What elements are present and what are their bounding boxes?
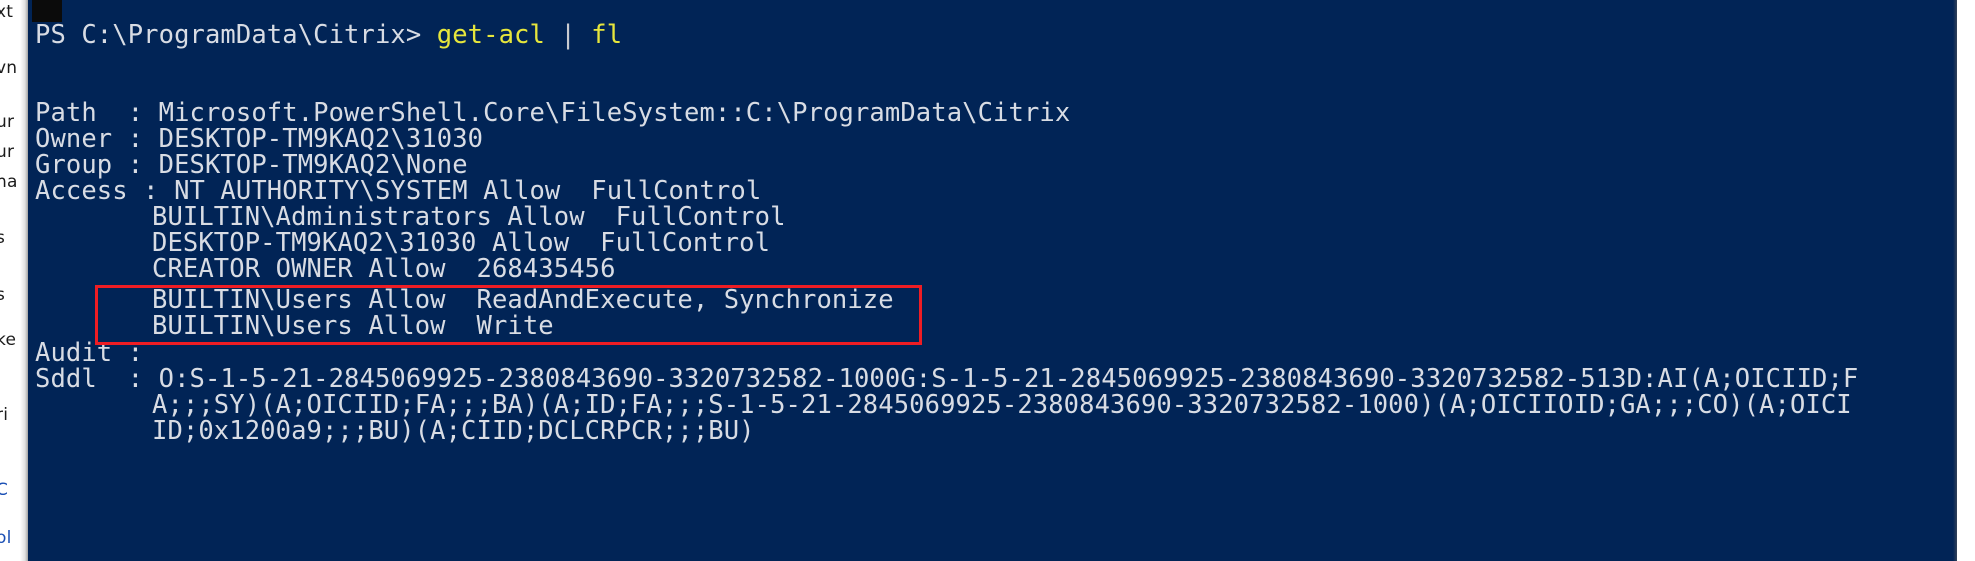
prompt-line: PS C:\ProgramData\Citrix> get-acl | fl: [35, 22, 622, 48]
field-key-sddl: Sddl: [35, 364, 97, 394]
access-ace-2: BUILTIN\Administrators Allow FullControl: [152, 202, 786, 232]
window-chrome-notch: [32, 0, 62, 22]
output-line-access: Access : NT AUTHORITY\SYSTEM Allow FullC…: [35, 178, 761, 204]
output-line-group: Group : DESKTOP-TM9KAQ2\None: [35, 152, 468, 178]
field-value-sddl-part-3: ID;0x1200a9;;;BU)(A;CIID;DCLCRPCR;;;BU): [152, 416, 755, 446]
output-line-sddl: Sddl : O:S-1-5-21-2845069925-2380843690-…: [35, 366, 1858, 392]
command-fl: fl: [591, 20, 623, 50]
field-separator: :: [96, 364, 159, 394]
desktop-backdrop: xt vn ur ur na s s ke ri C ol PS C:\Prog…: [0, 0, 1975, 561]
field-value-sddl-part-2: A;;;SY)(A;OICIID;FA;;;BA)(A;ID;FA;;;S-1-…: [152, 390, 1852, 420]
right-gutter: [1957, 0, 1975, 561]
output-line-audit: Audit :: [35, 340, 143, 366]
access-ace-5-builtin-users-read: BUILTIN\Users Allow ReadAndExecute, Sync…: [152, 285, 894, 315]
powershell-console-window[interactable]: PS C:\ProgramData\Citrix> get-acl | fl P…: [28, 0, 1957, 561]
output-line-owner: Owner : DESKTOP-TM9KAQ2\31030: [35, 126, 483, 152]
access-ace-4: CREATOR OWNER Allow 268435456: [152, 254, 616, 284]
access-ace-6-builtin-users-write: BUILTIN\Users Allow Write: [152, 311, 554, 341]
pipe-operator: |: [560, 20, 576, 50]
command-get-acl: get-acl: [436, 20, 545, 50]
field-key-access: Access: [35, 176, 128, 206]
prompt-path: PS C:\ProgramData\Citrix>: [35, 20, 422, 50]
access-ace-3: DESKTOP-TM9KAQ2\31030 Allow FullControl: [152, 228, 771, 258]
output-line-path: Path : Microsoft.PowerShell.Core\FileSys…: [35, 100, 1070, 126]
